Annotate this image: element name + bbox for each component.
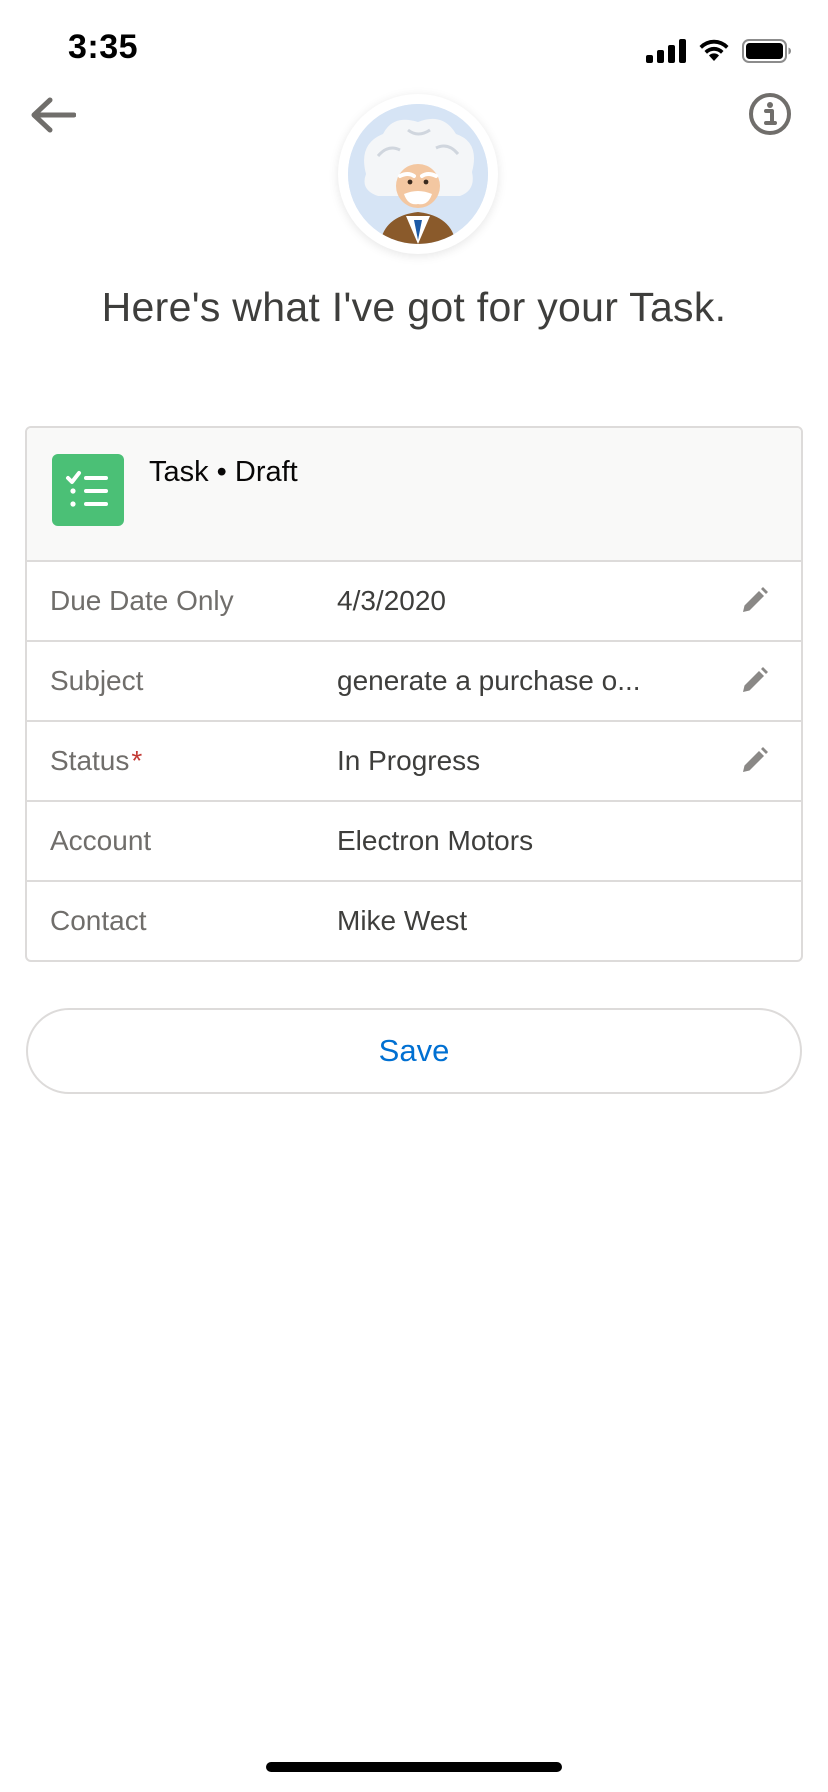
field-value: 4/3/2020 (337, 585, 446, 616)
field-value: generate a purchase o... (337, 665, 641, 696)
field-row-contact: Contact Mike West (27, 882, 801, 960)
status-time: 3:35 (68, 28, 139, 66)
wifi-icon (699, 39, 729, 61)
task-card-title: Task • Draft (149, 456, 298, 488)
pencil-icon[interactable] (737, 584, 771, 618)
einstein-avatar-image (348, 104, 488, 244)
field-row-status[interactable]: Status* In Progress (27, 722, 801, 802)
info-icon (749, 93, 791, 135)
battery-icon (742, 39, 791, 63)
field-label: Status* (50, 745, 142, 777)
field-row-due-date[interactable]: Due Date Only 4/3/2020 (27, 562, 801, 642)
field-label: Subject (50, 665, 144, 696)
pencil-icon[interactable] (737, 744, 771, 778)
arrow-left-icon (31, 97, 76, 133)
back-button[interactable] (26, 88, 80, 142)
required-marker: * (131, 745, 143, 776)
field-label: Due Date Only (50, 585, 234, 616)
status-bar: 3:35 (0, 0, 828, 100)
field-value: In Progress (337, 745, 481, 776)
pencil-icon[interactable] (737, 664, 771, 698)
field-label-text: Status (50, 745, 130, 776)
status-icons (646, 36, 792, 66)
field-value: Electron Motors (337, 825, 534, 856)
info-button[interactable] (746, 90, 794, 138)
cellular-signal-icon (646, 39, 686, 63)
task-card-header: Task • Draft (27, 428, 801, 562)
headline: Here's what I've got for your Task. (101, 284, 727, 330)
field-label: Account (50, 825, 152, 856)
field-row-subject[interactable]: Subject generate a purchase o... (27, 642, 801, 722)
save-button[interactable]: Save (26, 1008, 802, 1094)
field-row-account: Account Electron Motors (27, 802, 801, 882)
einstein-avatar (338, 94, 498, 254)
task-card: Task • Draft Due Date Only 4/3/2020 Subj… (25, 426, 803, 962)
home-indicator (266, 1762, 562, 1772)
task-checklist-icon (52, 454, 124, 526)
field-label: Contact (50, 905, 147, 936)
field-value: Mike West (337, 905, 468, 936)
